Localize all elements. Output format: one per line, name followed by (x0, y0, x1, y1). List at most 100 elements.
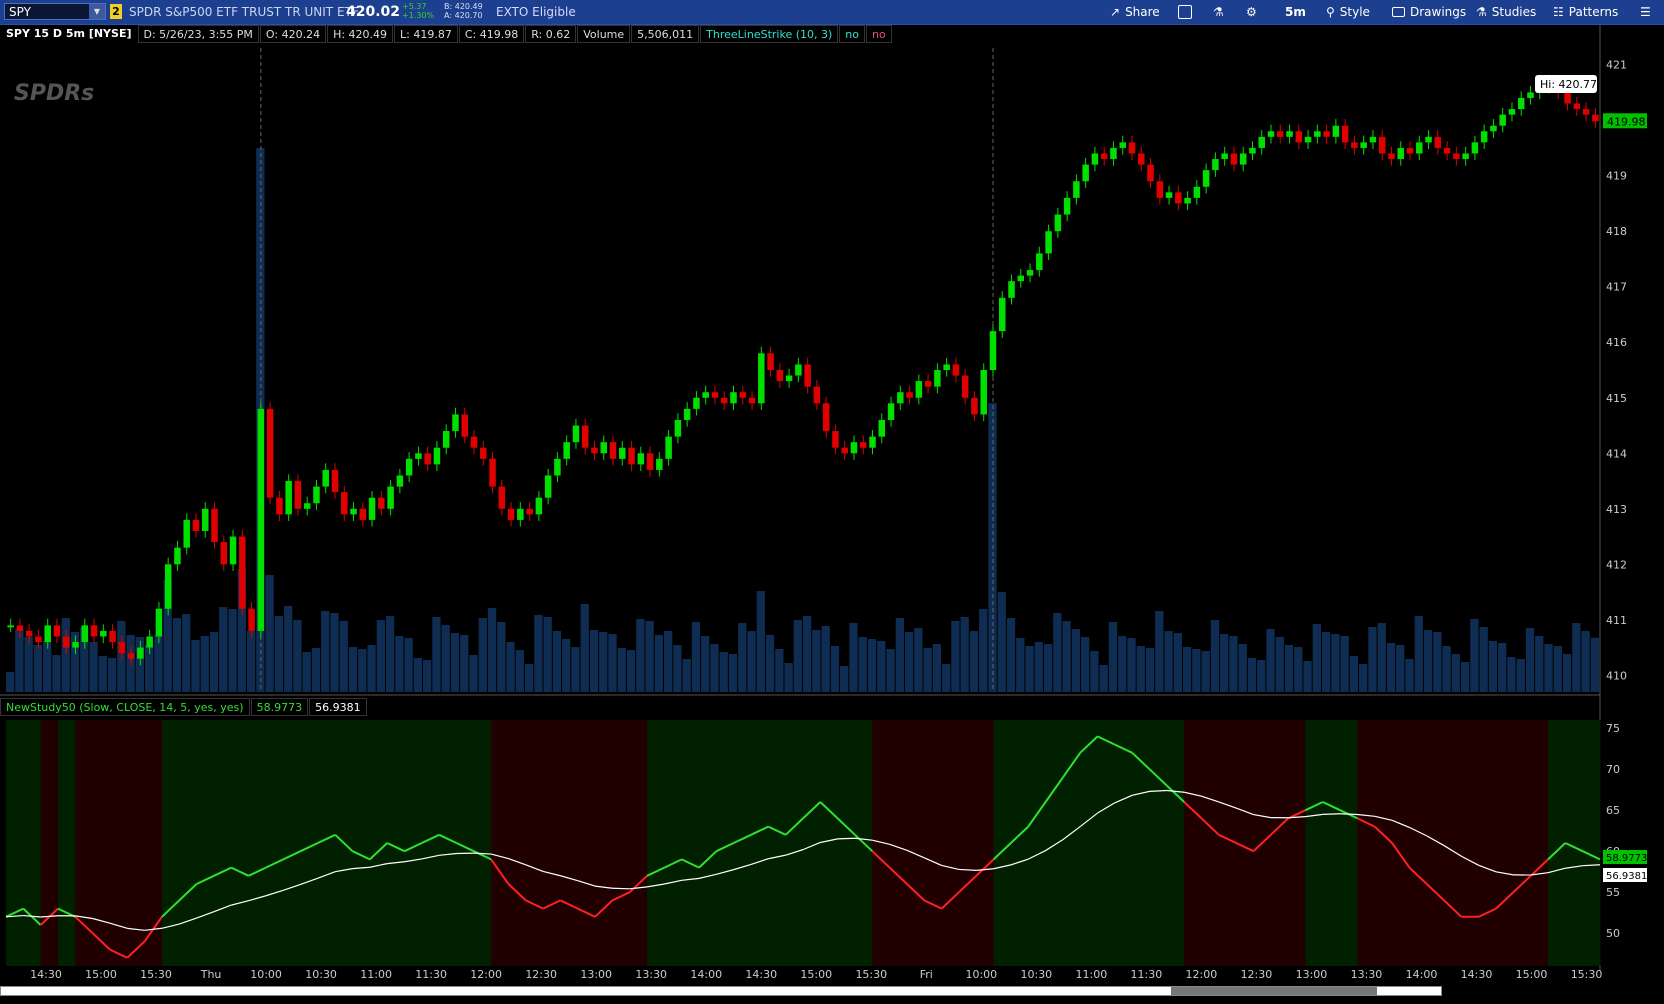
study-background (1028, 720, 1047, 966)
candle-body (276, 497, 283, 515)
study-background (1496, 720, 1514, 966)
time-tick-label: 11:30 (415, 968, 447, 981)
volume-bar (1118, 636, 1127, 692)
volume-bar (979, 609, 988, 692)
study-slow-line (1340, 813, 1358, 816)
candle-body (1193, 186, 1201, 198)
volume-bar (617, 648, 626, 692)
study-background (1392, 720, 1410, 966)
candle-body (1462, 153, 1469, 160)
study-background (560, 720, 579, 966)
volume-bar (1071, 629, 1081, 692)
scroll-thumb[interactable] (1171, 987, 1377, 995)
candle-body (174, 547, 181, 565)
price-tick-label: 419 (1606, 170, 1627, 183)
volume-bar (562, 639, 571, 692)
candle-body (1341, 125, 1349, 143)
volume-bar (33, 645, 43, 692)
candle-body (164, 564, 172, 609)
volume-bar (691, 622, 701, 692)
candle-body (989, 331, 997, 370)
candle-body (211, 508, 218, 543)
study-background (456, 720, 475, 966)
study-background (1166, 720, 1185, 966)
volume-bar (1099, 665, 1108, 692)
study-name[interactable]: NewStudy50 (Slow, CLOSE, 14, 5, yes, yes… (0, 698, 250, 716)
volume-bar (1043, 644, 1053, 692)
candle-body (1202, 170, 1210, 187)
volume-bar (302, 652, 311, 692)
volume-bar (1182, 647, 1192, 692)
candle-body (1267, 131, 1275, 137)
study-background (1478, 720, 1497, 966)
time-tick-label: 15:30 (140, 968, 172, 981)
volume-bar (348, 647, 358, 692)
volume-bar (645, 621, 654, 692)
candle-body (433, 447, 441, 465)
candle-body (405, 458, 413, 476)
candle-body (81, 625, 89, 643)
volume-bar (1340, 636, 1349, 692)
last-price-text: 419.98 (1607, 115, 1646, 128)
candle-body (1453, 153, 1460, 160)
volume-bar (1173, 633, 1182, 692)
study-background (751, 720, 769, 966)
study-slow-line (1322, 813, 1341, 816)
horizontal-scrollbar[interactable] (0, 986, 1442, 996)
study-background (941, 720, 960, 966)
candle-body (748, 397, 756, 404)
volume-bar (1090, 651, 1099, 692)
study-background (1201, 720, 1220, 966)
candle-body (1304, 136, 1312, 143)
volume-bar (1053, 613, 1062, 692)
volume-bar (441, 625, 450, 692)
candle-body (897, 392, 904, 404)
volume-bar (24, 637, 33, 692)
candle-body (804, 364, 811, 387)
volume-bar (1562, 654, 1572, 692)
candle-body (507, 508, 515, 520)
volume-bar (867, 639, 877, 692)
candle-body (359, 508, 367, 520)
study-background (1305, 720, 1324, 966)
candle-body (1360, 142, 1367, 148)
volume-bar (1470, 619, 1479, 692)
candle-body (1017, 275, 1025, 282)
study-background (664, 720, 683, 966)
time-tick-label: 15:30 (1571, 968, 1603, 981)
candle-body (1045, 231, 1052, 254)
volume-bar (469, 655, 478, 692)
candle-body (1008, 281, 1015, 298)
candle-body (1091, 153, 1099, 165)
price-chart[interactable]: 410411412413414415416417418419420421419.… (0, 0, 1664, 1004)
candle-body (646, 453, 654, 470)
volume-bar (478, 618, 487, 692)
study-background (92, 720, 111, 966)
candle-body (257, 408, 265, 631)
study-background (647, 720, 665, 966)
candle-body (1527, 92, 1534, 98)
time-tick-label: 15:30 (855, 968, 887, 981)
candle-body (266, 408, 274, 498)
candle-body (1277, 131, 1284, 137)
volume-bar (904, 632, 914, 692)
price-tick-label: 417 (1606, 281, 1627, 294)
candle-body (517, 508, 524, 520)
candle-body (1156, 181, 1164, 198)
volume-bar (246, 631, 256, 692)
study-background (213, 720, 232, 966)
volume-bar (376, 620, 385, 692)
candle-body (442, 431, 450, 448)
study-background (958, 720, 977, 966)
volume-bar (608, 634, 617, 692)
candle-body (1147, 164, 1154, 182)
candle-body (1378, 136, 1386, 154)
candle-body (202, 508, 209, 531)
candle-body (72, 642, 79, 648)
candle-body (730, 392, 737, 404)
candle-body (563, 442, 570, 459)
candle-body (1175, 192, 1182, 204)
study-background (1270, 720, 1289, 966)
volume-bar (1275, 637, 1284, 692)
volume-bar (265, 575, 274, 692)
